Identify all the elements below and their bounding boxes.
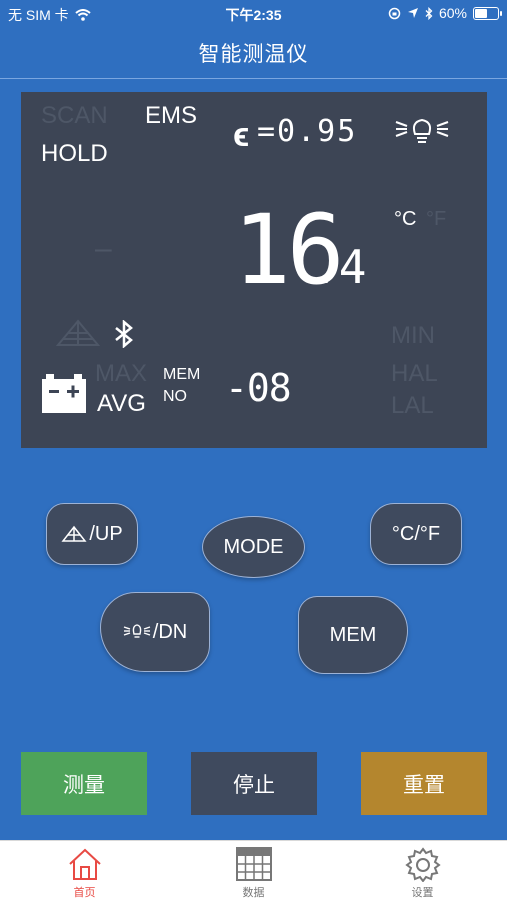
gear-icon [404,847,441,882]
tab-settings[interactable]: 设置 [338,841,507,901]
status-bar: 无 SIM 卡 下午2:35 60% [0,0,507,28]
tab-home[interactable]: 首页 [0,841,169,901]
measure-label: 测量 [63,773,105,797]
lcd-min-indicator: MIN [391,322,435,349]
battery-low-icon [42,374,86,413]
bluetooth-lcd-icon [115,320,133,348]
lcd-no-label: NO [163,388,187,405]
lightbulb-small-icon [123,624,150,638]
home-icon [68,848,101,880]
lcd-lal-indicator: LAL [391,392,434,419]
rotation-lock-icon [388,7,401,19]
up-label: /UP [89,522,123,545]
mem-button[interactable]: MEM [298,596,408,674]
tab-settings-label: 设置 [411,887,434,899]
battery-icon [473,6,502,20]
emissivity-value: =0.95 [257,114,358,149]
lcd-ems-indicator: EMS [145,102,198,129]
battery-percent: 60% [438,5,467,21]
lcd-display: SCAN EMS HOLD ϵ =0.95 – 16 .4 °C °F MIN … [21,92,487,448]
stop-label: 停止 [233,773,275,797]
temperature-decimal: .4 [311,240,367,294]
tab-home-label: 首页 [73,887,96,899]
unit-toggle-button[interactable]: °C/°F [370,503,462,565]
emissivity-symbol: ϵ [233,116,250,154]
laser-up-button[interactable]: /UP [46,503,138,565]
lcd-hold-indicator: HOLD [41,140,108,167]
lcd-scan-indicator: SCAN [41,102,108,129]
location-icon [407,8,418,18]
lcd-hal-indicator: HAL [391,360,438,387]
tab-data-label: 数据 [242,887,265,899]
bluetooth-icon [425,6,433,20]
light-down-button[interactable]: /DN [100,592,210,672]
mode-button[interactable]: MODE [202,516,305,578]
mem-label: MEM [329,623,377,646]
laser-icon [55,319,101,346]
unit-fahrenheit: °F [426,208,447,230]
mode-label: MODE [223,535,284,558]
lcd-avg-indicator: AVG [97,390,146,417]
stop-button[interactable]: 停止 [191,752,317,815]
dn-label: /DN [152,620,188,643]
lightbulb-icon [395,118,449,143]
page-title: 智能测温仪 [198,43,309,66]
nav-bar: 智能测温仪 [0,28,507,79]
reset-label: 重置 [403,773,445,797]
unit-toggle-label: °C/°F [391,522,441,545]
measure-button[interactable]: 测量 [21,752,147,815]
lcd-mem-label: MEM [163,366,201,383]
grid-icon [235,847,272,881]
tab-data[interactable]: 数据 [169,841,338,901]
tab-bar: 首页 数据 设置 [0,840,507,901]
memory-number: -08 [225,366,292,410]
unit-celsius: °C [394,208,417,230]
lcd-dash: – [95,232,112,265]
reset-button[interactable]: 重置 [361,752,487,815]
laser-small-icon [61,525,87,542]
lcd-max-indicator: MAX [95,360,148,387]
